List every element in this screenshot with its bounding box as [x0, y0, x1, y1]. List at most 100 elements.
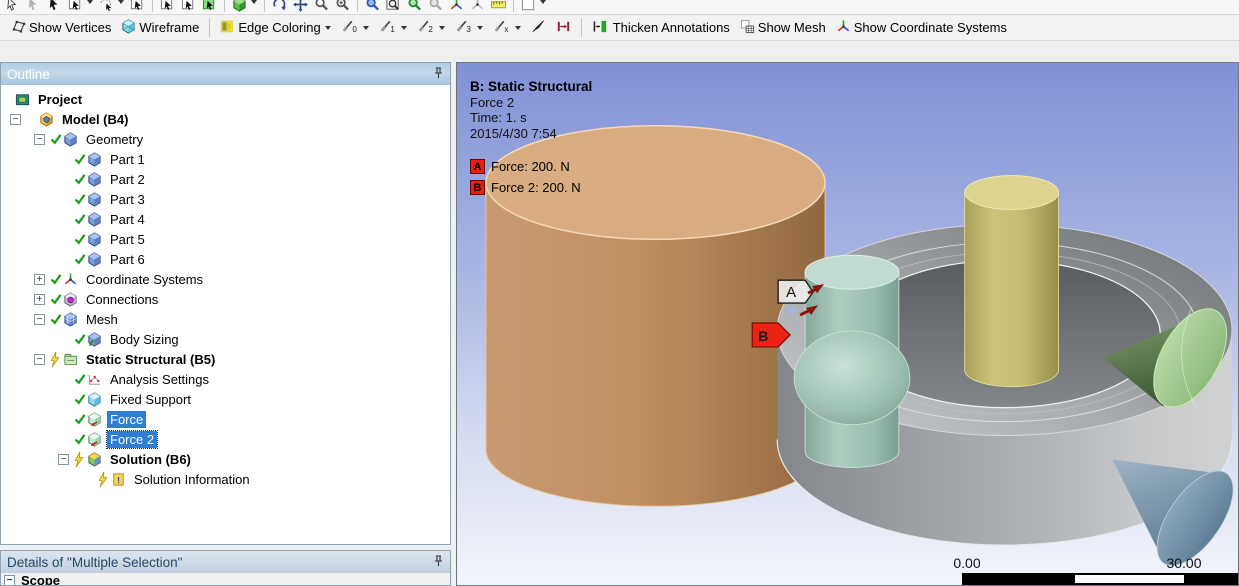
collapse-icon[interactable]: − — [10, 113, 21, 125]
details-header: Details of "Multiple Selection" — [1, 551, 450, 573]
tree-item-part-4[interactable]: Part 4 — [1, 209, 450, 229]
expand-icon[interactable]: + — [34, 293, 45, 305]
wireframe-button[interactable]: Wireframe — [116, 17, 204, 39]
box-select-button[interactable] — [127, 0, 148, 14]
zoom-fit-green-button[interactable] — [404, 0, 425, 14]
edgex-button[interactable]: x — [488, 16, 526, 39]
tree-item-force[interactable]: Force — [1, 409, 450, 429]
edge0-button[interactable]: 0 — [336, 16, 374, 39]
status-check-icon — [50, 293, 62, 305]
cube-select-green-button[interactable] — [229, 0, 260, 14]
triad-gray-button[interactable] — [467, 0, 488, 14]
tree-item-solution-information[interactable]: ! Solution Information — [1, 469, 450, 489]
rotate-button[interactable] — [269, 0, 290, 14]
box-select-button[interactable] — [65, 0, 96, 14]
triad-button[interactable] — [446, 0, 467, 14]
tree-item-force-2[interactable]: Force 2 — [1, 429, 450, 449]
tree-item-part-1[interactable]: Part 1 — [1, 149, 450, 169]
toolbar-separator — [224, 0, 225, 12]
pan-button[interactable] — [290, 0, 311, 14]
zoom-out-button[interactable] — [311, 0, 332, 14]
tree-item-project[interactable]: Project — [1, 89, 450, 109]
expand-bars-button[interactable] — [551, 17, 576, 39]
lightning-icon — [50, 351, 60, 367]
zoom-box-blue-button[interactable] — [362, 0, 383, 14]
color-swatch-button[interactable] — [518, 0, 549, 14]
pin-icon[interactable] — [433, 554, 444, 570]
zoom-window-button[interactable] — [383, 0, 404, 14]
tree-item-solution-b6[interactable]: − Solution (B6) — [1, 449, 450, 469]
expand-icon[interactable]: + — [34, 273, 45, 285]
edge-icon: 1 — [379, 18, 397, 37]
box-select-button[interactable] — [157, 0, 178, 14]
tree-item-coordinate-systems[interactable]: + Coordinate Systems — [1, 269, 450, 289]
part-yellow-cylinder[interactable] — [964, 175, 1059, 388]
show-coordinate-systems-button[interactable]: Show Coordinate Systems — [831, 17, 1012, 39]
tree-item-part-3[interactable]: Part 3 — [1, 189, 450, 209]
lasso-select-icon — [99, 0, 114, 14]
edge1-button[interactable]: 1 — [374, 16, 412, 39]
edge-coloring-button[interactable]: Edge Coloring — [215, 17, 335, 39]
status-check-icon — [74, 393, 86, 405]
tree-item-static-structural-b5[interactable]: − Static Structural (B5) — [1, 349, 450, 369]
static-icon — [63, 352, 79, 367]
zoom-gray-button[interactable] — [425, 0, 446, 14]
box-select-button[interactable] — [178, 0, 199, 14]
collapse-icon[interactable]: − — [4, 575, 15, 585]
scale-ruler: 0.00 30.00 — [457, 553, 1238, 585]
show-mesh-button[interactable]: Show Mesh — [735, 17, 831, 39]
force-icon — [87, 411, 103, 427]
tree-item-body-sizing[interactable]: Body Sizing — [1, 329, 450, 349]
box-select-icon — [68, 0, 83, 14]
cursor-gray-button[interactable] — [23, 0, 44, 14]
thicken-icon — [592, 19, 610, 37]
part-icon — [87, 251, 103, 267]
tree-item-model-b4[interactable]: − Model (B4) — [1, 109, 450, 129]
tree-item-fixed-support[interactable]: Fixed Support — [1, 389, 450, 409]
status-check-icon — [74, 253, 86, 265]
tree-item-analysis-settings[interactable]: Analysis Settings — [1, 369, 450, 389]
pin-icon[interactable] — [433, 66, 444, 82]
ruler-bar — [962, 573, 1238, 585]
connections-icon — [63, 291, 79, 307]
edge-icon: 3 — [455, 18, 473, 37]
lightning-icon — [98, 471, 108, 487]
edge3-button[interactable]: 3 — [450, 16, 488, 39]
svg-text:!: ! — [117, 475, 120, 485]
collapse-icon[interactable]: − — [34, 133, 45, 145]
project-icon — [15, 92, 31, 107]
collapse-icon[interactable]: − — [58, 453, 69, 465]
tree-item-mesh[interactable]: − Mesh — [1, 309, 450, 329]
tree-item-label: Mesh — [86, 311, 118, 327]
tree-item-label: Model (B4) — [62, 111, 129, 127]
part-teal-cylinder[interactable] — [793, 254, 911, 468]
status-check-icon — [74, 193, 86, 205]
tree-item-label: Force 2 — [105, 429, 159, 449]
tree-item-geometry[interactable]: − Geometry — [1, 129, 450, 149]
viewport-3d[interactable]: A B B: Static Structural Force 2 Time: 1… — [456, 62, 1239, 586]
tree-item-label: Solution Information — [134, 471, 250, 487]
box-select-green-button[interactable] — [199, 0, 220, 14]
part-icon — [87, 151, 103, 167]
status-check-icon — [74, 233, 86, 245]
ruler-button[interactable] — [488, 0, 509, 14]
cursor-outline-button[interactable] — [2, 0, 23, 14]
ansys-mechanical-window: Show Vertices Wireframe Edge Coloring 0 1 2 3 x… — [0, 0, 1239, 586]
thicken-annotations-button[interactable]: Thicken Annotations — [587, 17, 735, 39]
tree-item-part-5[interactable]: Part 5 — [1, 229, 450, 249]
dart-button[interactable] — [526, 17, 551, 39]
show-vertices-button[interactable]: Show Vertices — [6, 17, 116, 39]
status-check-icon — [74, 433, 86, 445]
lasso-select-button[interactable] — [96, 0, 127, 14]
tree-item-part-6[interactable]: Part 6 — [1, 249, 450, 269]
dropdown-caret-icon — [438, 25, 445, 30]
details-row-scope[interactable]: − Scope — [1, 573, 450, 585]
edge2-button[interactable]: 2 — [412, 16, 450, 39]
lightning-icon — [74, 451, 84, 467]
tree-item-part-2[interactable]: Part 2 — [1, 169, 450, 189]
tree-item-connections[interactable]: + Connections — [1, 289, 450, 309]
cursor-button[interactable] — [44, 0, 65, 14]
zoom-in-button[interactable] — [332, 0, 353, 14]
collapse-icon[interactable]: − — [34, 313, 45, 325]
collapse-icon[interactable]: − — [34, 353, 45, 365]
